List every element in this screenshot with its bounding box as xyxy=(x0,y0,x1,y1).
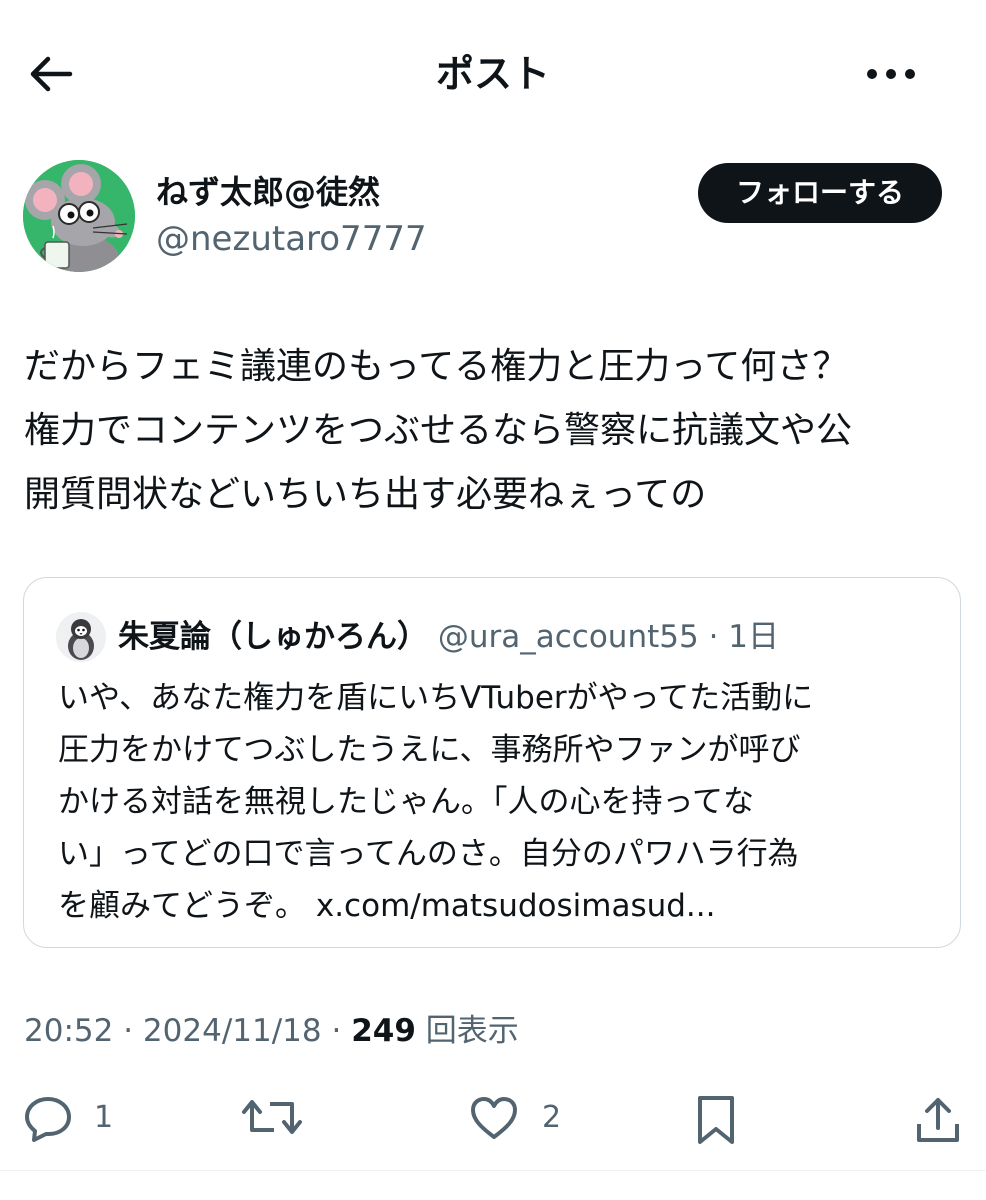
tweet-text-line: 開質問状などいちいち出す必要ねぇっての xyxy=(24,474,707,515)
like-button[interactable]: 2 xyxy=(468,1088,568,1148)
page-title: ポスト xyxy=(435,52,550,96)
retweet-button[interactable] xyxy=(240,1088,304,1148)
views-count: 249 xyxy=(351,1013,416,1049)
more-options-button[interactable] xyxy=(862,52,920,96)
views-label: 回表示 xyxy=(425,1013,519,1049)
share-button[interactable] xyxy=(912,1088,964,1148)
quoted-text-line: を顧みてどうぞ。 x.com/matsudosimasud... xyxy=(58,888,716,924)
tweet-text-line: 権力でコンテンツをつぶせるなら警察に抗議文や公 xyxy=(24,410,853,451)
speech-bubble-icon xyxy=(25,1097,71,1142)
tweet-text: だからフェミ議連のもってる権力と圧力って何さ？ 権力でコンテンツをつぶせるなら警… xyxy=(24,335,969,527)
more-dots-icon xyxy=(867,69,915,79)
top-bar: ポスト xyxy=(0,0,986,146)
heart-icon xyxy=(471,1097,517,1139)
reply-button[interactable]: 1 xyxy=(22,1088,122,1148)
quoted-text-line: 圧力をかけてつぶしたうえに、事務所やファンが呼び xyxy=(58,732,801,768)
quoted-tweet-text: いや、あなた権力を盾にいちVTuberがやってた活動に 圧力をかけてつぶしたうえ… xyxy=(58,672,948,932)
quoted-author-avatar xyxy=(56,612,106,662)
follow-button[interactable]: フォローする xyxy=(698,163,942,223)
author-avatar[interactable] xyxy=(23,160,135,272)
quoted-tweet-card[interactable]: 朱夏論（しゅかろん） @ura_account55 · 1日 いや、あなた権力を… xyxy=(23,577,961,948)
author-handle[interactable]: @nezutaro7777 xyxy=(156,216,427,262)
quoted-time: 1日 xyxy=(728,619,780,655)
reply-count: 1 xyxy=(94,1100,114,1135)
bookmark-icon xyxy=(698,1096,734,1144)
meta-separator: · xyxy=(331,1013,342,1049)
retweet-icon xyxy=(242,1100,302,1134)
quoted-tweet-header: 朱夏論（しゅかろん） @ura_account55 · 1日 xyxy=(118,614,779,660)
like-count: 2 xyxy=(542,1100,562,1135)
author-display-name[interactable]: ねず太郎@徒然 xyxy=(156,170,380,214)
quoted-text-line: い」ってどの口で言ってんのさ。自分のパワハラ行為 xyxy=(58,836,799,872)
penguin-avatar-icon xyxy=(56,612,106,662)
action-bar: 1 2 xyxy=(0,1088,986,1148)
quoted-author-name: 朱夏論（しゅかろん） xyxy=(118,619,428,655)
meta-separator: · xyxy=(123,1013,134,1049)
tweet-meta: 20:52 · 2024/11/18 · 249 回表示 xyxy=(24,1008,519,1054)
tweet-text-line: だからフェミ議連のもってる権力と圧力って何さ？ xyxy=(24,346,849,387)
quoted-text-line: かける対話を無視したじゃん。「人の心を持ってな xyxy=(58,784,754,820)
quoted-separator: · xyxy=(708,619,719,655)
mouse-avatar-icon xyxy=(23,160,135,272)
tweet-date[interactable]: 2024/11/18 xyxy=(143,1013,322,1049)
share-icon xyxy=(917,1098,959,1142)
quoted-text-line: いや、あなた権力を盾にいちVTuberがやってた活動に xyxy=(58,680,814,716)
quoted-author-handle: @ura_account55 xyxy=(437,619,699,655)
divider xyxy=(0,1170,986,1171)
bookmark-button[interactable] xyxy=(692,1088,740,1148)
tweet-time[interactable]: 20:52 xyxy=(24,1013,113,1049)
